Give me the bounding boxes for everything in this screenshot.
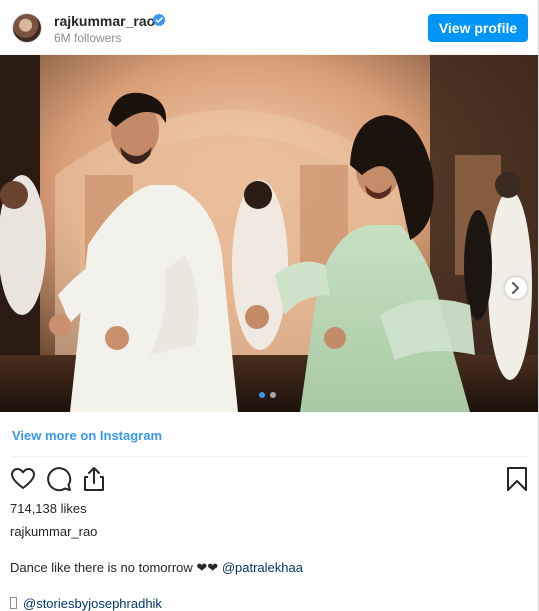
divider (12, 456, 528, 457)
caption-mention-link[interactable]: @patralekhaa (222, 560, 303, 575)
caption-text: Dance like there is no tomorrow ❤❤ (10, 560, 219, 575)
view-more-link[interactable]: View more on Instagram (12, 428, 162, 443)
carousel-dot-active (259, 392, 265, 398)
header-username[interactable]: rajkummar_rao (54, 13, 155, 29)
avatar[interactable] (12, 13, 42, 43)
carousel-indicator (259, 392, 279, 398)
verified-badge-icon (152, 13, 166, 27)
heart-icon[interactable] (10, 466, 36, 492)
view-profile-button[interactable]: View profile (428, 14, 528, 42)
post-photo[interactable] (0, 55, 538, 412)
share-icon[interactable] (81, 466, 107, 492)
caption: Dance like there is no tomorrow ❤❤ @patr… (10, 560, 303, 576)
chevron-right-icon (512, 282, 519, 294)
like-count[interactable]: 714,138 likes (10, 501, 87, 516)
follower-count: 6M followers (54, 31, 122, 45)
credit-mention-link[interactable]: @storiesbyjosephradhik (23, 596, 162, 611)
photo-credit: @storiesbyjosephradhik (10, 596, 162, 611)
next-slide-button[interactable] (505, 277, 527, 299)
caption-username[interactable]: rajkummar_rao (10, 524, 97, 539)
carousel-dot (270, 392, 276, 398)
bookmark-icon[interactable] (504, 466, 530, 492)
post-header: rajkummar_rao 6M followers View profile (0, 0, 538, 55)
instagram-embed: rajkummar_rao 6M followers View profile (0, 0, 539, 611)
camera-icon (10, 597, 17, 609)
comment-icon[interactable] (46, 466, 72, 492)
